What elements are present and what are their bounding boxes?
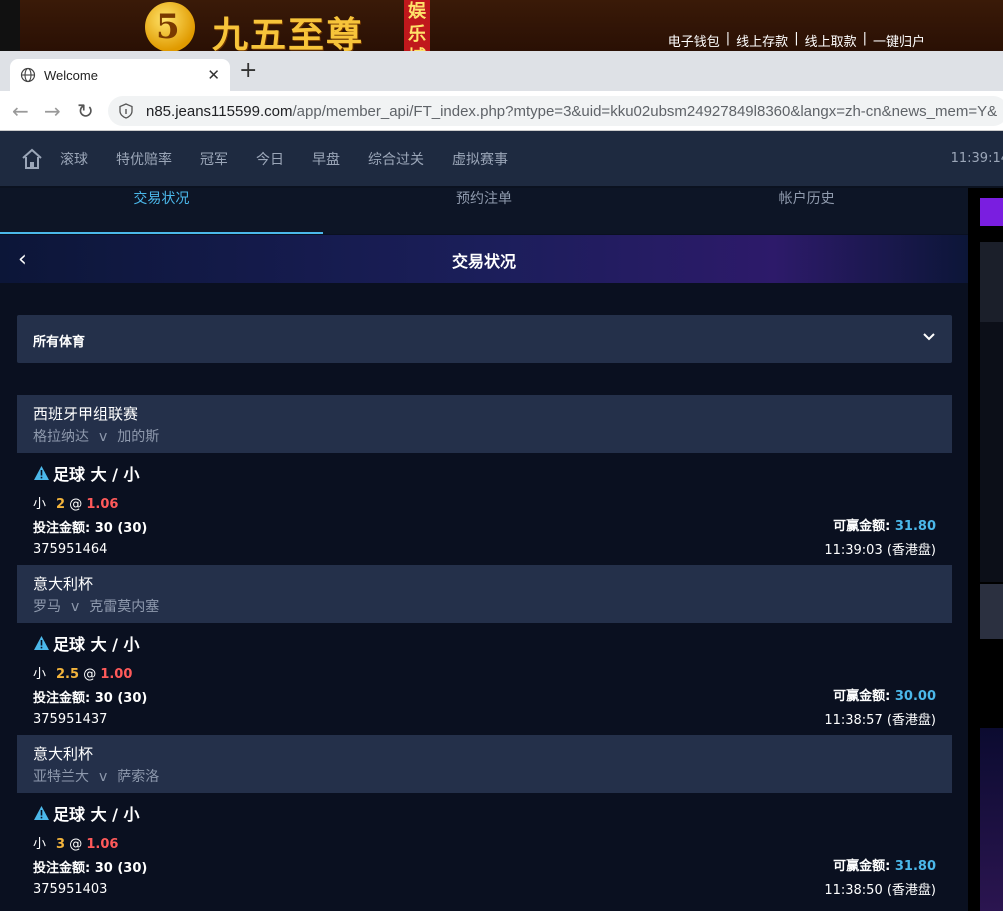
bet-selection: 小2 @ 1.06: [33, 497, 119, 512]
browser-tab-title: Welcome: [44, 67, 98, 83]
brand-name: 九五至尊: [212, 14, 365, 51]
tab-transactions[interactable]: 交易状况: [0, 188, 323, 234]
side-panel-block: [980, 584, 1003, 639]
app-nav: 滚球 特优赔率 冠军 今日 早盘 综合过关 虚拟赛事 11:39:14: [0, 131, 1003, 186]
browser-tabbar: Welcome ✕: [0, 51, 1003, 91]
nav-virtual[interactable]: 虚拟赛事: [452, 149, 508, 169]
bet-selection: 小3 @ 1.06: [33, 837, 119, 852]
bet-market: 足球 大 / 小: [33, 631, 936, 655]
banner-left-strip: [0, 0, 20, 51]
page-header: ‹ 交易状况: [0, 235, 968, 283]
side-panel-block: [980, 322, 1003, 582]
match-teams: 格拉纳达 v 加的斯: [33, 429, 160, 445]
close-icon[interactable]: ✕: [207, 66, 220, 84]
link-deposit[interactable]: 线上存款: [736, 31, 788, 50]
match-teams: 罗马 v 克雷莫内塞: [33, 599, 160, 615]
brand-banner: 5 九五至尊 娱乐城 电子钱包| 线上存款| 线上取款| 一键归户: [0, 0, 1003, 51]
page-title: 交易状况: [451, 252, 516, 271]
bet-card-body: 足球 大 / 小 小2 @ 1.06 投注金额: 30 (30) 3759514…: [17, 453, 952, 565]
bet-card: 意大利杯 罗马 v 克雷莫内塞 足球 大 / 小 小 2.5 @ 1.00 投注金额:…: [17, 565, 952, 735]
main-panel: 交易状况 预约注单 帐户历史 ‹ 交易状况 所有体育 西班牙甲组联赛 格拉纳达 v…: [0, 188, 968, 911]
bet-market: 足球 大 / 小: [33, 461, 936, 485]
league-name: 意大利杯: [33, 745, 94, 763]
section-tabs: 交易状况 预约注单 帐户历史: [0, 188, 968, 234]
nav-champion[interactable]: 冠军: [200, 149, 228, 169]
warning-icon: [34, 636, 49, 650]
url-field[interactable]: n85.jeans115599.com/app/member_api/FT_in…: [108, 96, 1003, 126]
bet-time: 11:38:50 (香港盘): [824, 883, 936, 898]
bet-card: 西班牙甲组联赛 格拉纳达 v 加的斯 足球 大 / 小 小2 @ 1.06 投注金额…: [17, 395, 952, 565]
globe-icon: [20, 67, 36, 83]
nav-today[interactable]: 今日: [256, 149, 284, 169]
match-teams: 亚特兰大 v 萨索洛: [33, 769, 160, 785]
back-arrow-icon[interactable]: ←: [12, 99, 29, 123]
browser-tab[interactable]: Welcome ✕: [10, 59, 230, 91]
bet-card-body: 足球 大 / 小 小 2.5 @ 1.00 投注金额: 30 (30) 37595…: [17, 623, 952, 735]
reload-icon[interactable]: ↻: [77, 99, 94, 123]
url-host: n85.jeans115599.com: [146, 102, 293, 120]
league-name: 西班牙甲组联赛: [33, 405, 139, 423]
stake-amount: 投注金额: 30 (30): [33, 691, 148, 706]
brand-logo-icon: 5: [145, 2, 195, 51]
stake-amount: 投注金额: 30 (30): [33, 861, 148, 876]
bet-market: 足球 大 / 小: [33, 801, 936, 825]
sport-filter-label: 所有体育: [33, 335, 86, 350]
warning-icon: [34, 466, 49, 480]
link-merge-accounts[interactable]: 一键归户: [873, 31, 925, 50]
nav-clock: 11:39:14: [950, 151, 1003, 166]
sport-filter-select[interactable]: 所有体育: [17, 315, 952, 363]
potential-win: 可赢金额: 31.80: [833, 859, 936, 874]
browser-addressbar: ← → ↻ n85.jeans115599.com/app/member_api…: [0, 91, 1003, 131]
info-shield-icon[interactable]: [118, 103, 134, 119]
link-wallet[interactable]: 电子钱包: [668, 31, 720, 50]
chevron-down-icon: [923, 333, 935, 341]
nav-parlay[interactable]: 综合过关: [368, 149, 424, 169]
new-tab-icon[interactable]: +: [239, 58, 257, 83]
bet-card: 意大利杯 亚特兰大 v 萨索洛 足球 大 / 小 小3 @ 1.06 投注金额: 3…: [17, 735, 952, 905]
nav-live[interactable]: 滚球: [60, 149, 88, 169]
bet-time: 11:38:57 (香港盘): [824, 713, 936, 728]
bet-card-body: 足球 大 / 小 小3 @ 1.06 投注金额: 30 (30) 3759514…: [17, 793, 952, 905]
side-promo-banner: [980, 728, 1003, 911]
bet-card-header: 意大利杯 亚特兰大 v 萨索洛: [17, 735, 952, 793]
stake-amount: 投注金额: 30 (30): [33, 521, 148, 536]
nav-early[interactable]: 早盘: [312, 149, 340, 169]
potential-win: 可赢金额: 31.80: [833, 519, 936, 534]
nav-special-odds[interactable]: 特优赔率: [116, 149, 172, 169]
home-icon[interactable]: [20, 147, 44, 171]
ticket-id: 375951437: [33, 712, 108, 727]
forward-arrow-icon[interactable]: →: [44, 99, 61, 123]
bet-card-header: 西班牙甲组联赛 格拉纳达 v 加的斯: [17, 395, 952, 453]
brand-tag: 娱乐城: [404, 0, 430, 51]
link-withdraw[interactable]: 线上取款: [805, 31, 857, 50]
ticket-id: 375951464: [33, 542, 108, 557]
right-side-panel: [968, 188, 1003, 911]
side-panel-block: [980, 242, 1003, 322]
tab-account-history[interactable]: 帐户历史: [645, 188, 968, 234]
bet-card-header: 意大利杯 罗马 v 克雷莫内塞: [17, 565, 952, 623]
warning-icon: [34, 806, 49, 820]
ticket-id: 375951403: [33, 882, 108, 897]
url-path: /app/member_api/FT_index.php?mtype=3&uid…: [292, 102, 998, 120]
account-links: 电子钱包 | 线上存款 | 线上取款 | 一键归户: [667, 31, 925, 50]
tab-scheduled-bets[interactable]: 预约注单: [323, 188, 646, 234]
bet-selection: 小 2.5 @ 1.00: [33, 667, 133, 682]
potential-win: 可赢金额: 30.00: [833, 689, 936, 704]
chat-icon[interactable]: [980, 198, 1003, 226]
bet-time: 11:39:03 (香港盘): [824, 543, 936, 558]
league-name: 意大利杯: [33, 575, 94, 593]
